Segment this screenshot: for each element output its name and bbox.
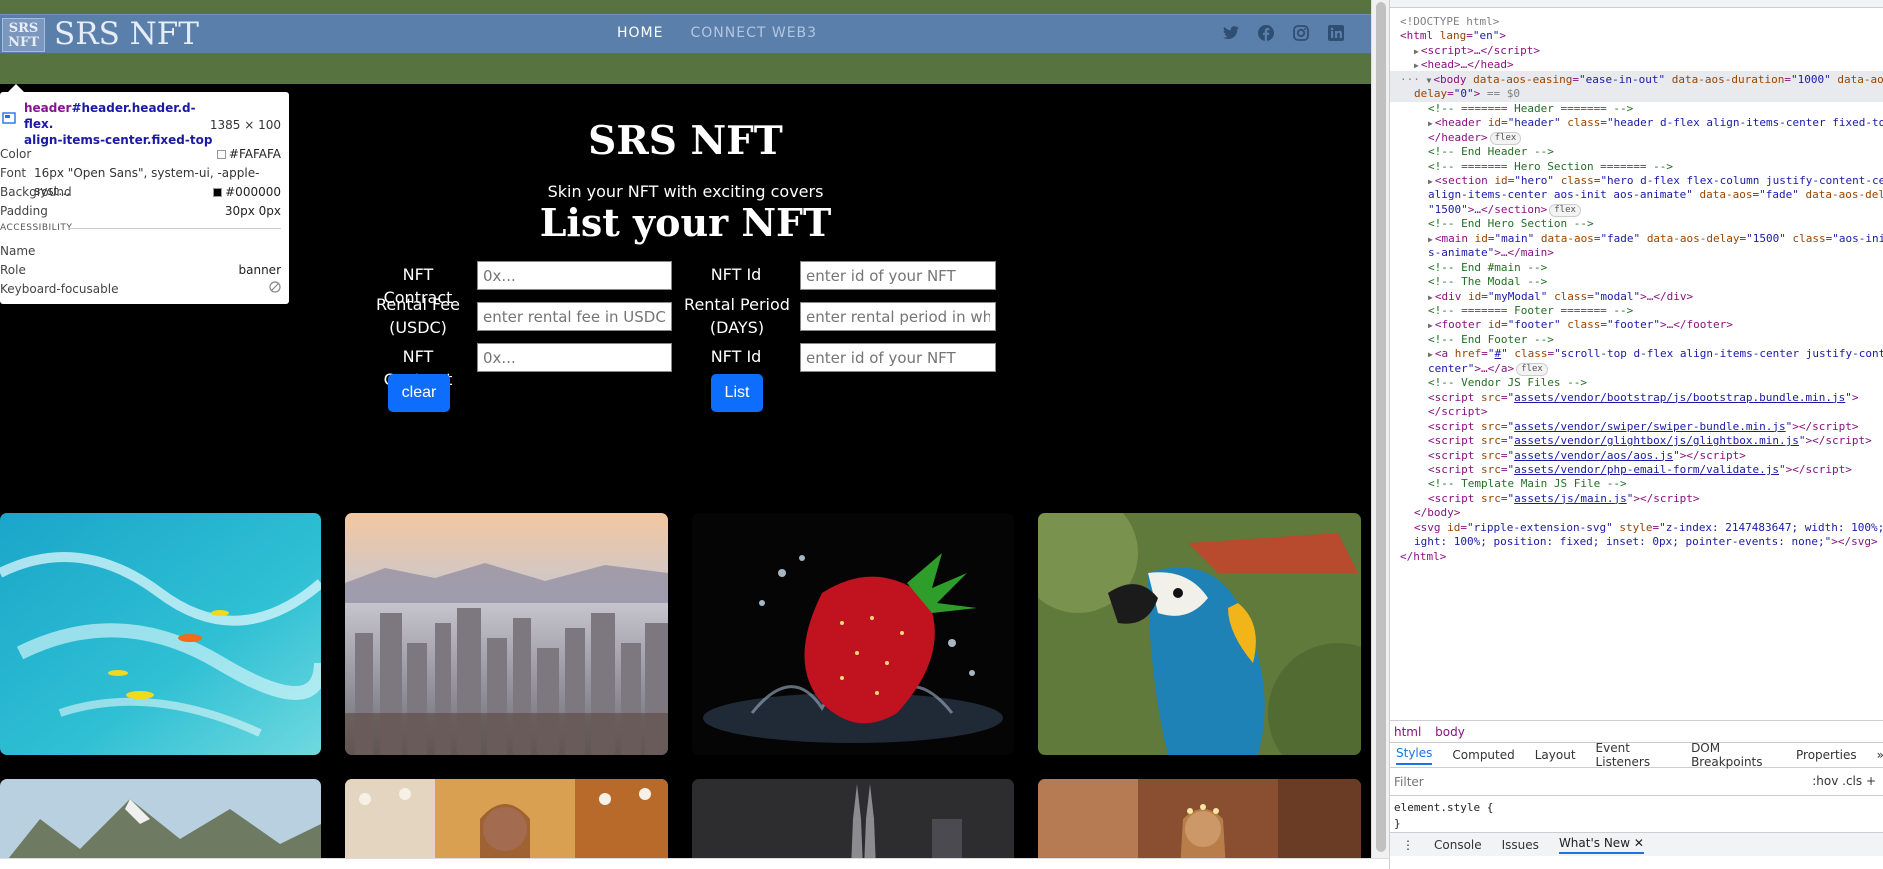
scrollbar-thumb[interactable] bbox=[1376, 2, 1386, 852]
gallery-item-fashion-model[interactable] bbox=[345, 779, 668, 858]
drawer-tab-console[interactable]: Console bbox=[1434, 838, 1482, 852]
dom-tree-line[interactable]: </html> bbox=[1390, 548, 1883, 565]
devtools-drawer-tabs: ⋮ Console Issues What's New ✕ bbox=[1390, 832, 1883, 856]
whats-new-label: What's New bbox=[1558, 835, 1631, 850]
tooltip-header: header#header.header.d-flex. align-items-… bbox=[0, 100, 289, 147]
breadcrumb-html[interactable]: html bbox=[1394, 725, 1421, 739]
not-focusable-icon bbox=[269, 280, 281, 298]
tab-dom-breakpoints[interactable]: DOM Breakpoints bbox=[1691, 741, 1776, 769]
gallery-item-surfers[interactable] bbox=[0, 513, 321, 755]
nav-home[interactable]: HOME bbox=[617, 25, 663, 41]
linkedin-icon[interactable] bbox=[1327, 24, 1345, 42]
breadcrumb-body[interactable]: body bbox=[1435, 725, 1465, 739]
tab-properties[interactable]: Properties bbox=[1796, 748, 1857, 762]
clear-button[interactable]: clear bbox=[388, 374, 450, 412]
tooltip-row-font: Font 16px "Open Sans", system-ui, -apple-… bbox=[0, 166, 260, 198]
styles-tab-bar: Styles Computed Layout Event Listeners D… bbox=[1390, 741, 1883, 769]
tooltip-row-padding: Padding 30px 0px bbox=[0, 204, 281, 218]
site-header: SRS NFT SRS NFT HOME CONNECT WEB3 bbox=[0, 14, 1371, 54]
tab-layout[interactable]: Layout bbox=[1535, 748, 1576, 762]
tooltip-row-background: Background #000000 bbox=[0, 185, 281, 199]
filter-tools[interactable]: :hov .cls + bbox=[1812, 774, 1876, 788]
gallery-item-mountains[interactable] bbox=[0, 779, 321, 858]
style-rule-open: element.style { bbox=[1394, 801, 1494, 814]
nft-id-label-2: NFT Id bbox=[710, 347, 762, 366]
dom-breadcrumb: html body bbox=[1390, 720, 1883, 742]
element-style-rule[interactable]: element.style { } bbox=[1394, 800, 1493, 832]
nft-id-input[interactable] bbox=[800, 261, 996, 290]
nft-id-input-2[interactable] bbox=[800, 343, 996, 372]
styles-filter-bar: :hov .cls + bbox=[1390, 768, 1883, 796]
list-button[interactable]: List bbox=[711, 374, 763, 412]
nft-id-label: NFT Id bbox=[710, 265, 762, 284]
styles-filter-input[interactable] bbox=[1394, 774, 1694, 789]
page-viewport: SRS NFT SRS NFT HOME CONNECT WEB3 SRS NF… bbox=[0, 0, 1371, 858]
style-rule-close: } bbox=[1394, 817, 1401, 830]
tooltip-selector: header#header.header.d-flex. align-items-… bbox=[24, 100, 214, 148]
selector-tag: header bbox=[24, 101, 72, 115]
social-links bbox=[1222, 24, 1345, 42]
tab-event-listeners[interactable]: Event Listeners bbox=[1596, 741, 1672, 769]
drawer-tab-issues[interactable]: Issues bbox=[1502, 838, 1539, 852]
main-nav: HOME CONNECT WEB3 bbox=[617, 25, 817, 41]
tooltip-row-role: Role banner bbox=[0, 263, 281, 277]
tab-computed[interactable]: Computed bbox=[1452, 748, 1514, 762]
tooltip-row-keyboard-focusable: Keyboard-focusable bbox=[0, 280, 281, 298]
gallery-item-strawberry-splash[interactable] bbox=[692, 513, 1014, 755]
twitter-icon[interactable] bbox=[1222, 24, 1240, 42]
inspector-tooltip: header#header.header.d-flex. align-items-… bbox=[0, 84, 289, 304]
element-icon bbox=[2, 112, 16, 124]
nft-contract-input[interactable] bbox=[477, 261, 672, 290]
devtools-panel: <!DOCTYPE html> <html lang="en"> ▶ <script>… bbox=[1389, 0, 1883, 869]
gallery-item-woman-forest[interactable] bbox=[1038, 779, 1361, 858]
tooltip-row-name: Name bbox=[0, 244, 36, 258]
logo-mark[interactable]: SRS NFT bbox=[2, 18, 45, 52]
gallery-item-twin-towers[interactable] bbox=[692, 779, 1014, 858]
drawer-tab-whats-new[interactable]: What's New ✕ bbox=[1558, 835, 1644, 854]
page-bottom-edge bbox=[0, 858, 1389, 869]
nav-connect-web3[interactable]: CONNECT WEB3 bbox=[690, 25, 817, 41]
devtools-toolbar bbox=[1390, 0, 1883, 8]
nft-contract-input-2[interactable] bbox=[477, 343, 672, 372]
facebook-icon[interactable] bbox=[1257, 24, 1275, 42]
tooltip-divider bbox=[68, 228, 281, 229]
rental-period-label: Rental Period (DAYS) bbox=[684, 295, 790, 337]
rental-fee-input[interactable] bbox=[477, 302, 672, 331]
tooltip-size: 1385 × 100 bbox=[209, 118, 281, 132]
rental-period-input[interactable] bbox=[800, 302, 996, 331]
instagram-icon[interactable] bbox=[1292, 24, 1310, 42]
site-name[interactable]: SRS NFT bbox=[54, 16, 199, 52]
tooltip-row-color: Color #FAFAFA bbox=[0, 147, 281, 161]
gallery-item-macaw-parrot[interactable] bbox=[1038, 513, 1361, 755]
page-scrollbar[interactable] bbox=[1371, 0, 1389, 858]
tab-styles[interactable]: Styles bbox=[1396, 746, 1433, 765]
close-icon[interactable]: ✕ bbox=[1634, 836, 1644, 850]
background-swatch bbox=[213, 188, 223, 197]
more-tabs-button[interactable]: » bbox=[1877, 748, 1883, 762]
accessibility-heading: ACCESSIBILITY bbox=[0, 223, 73, 233]
drawer-menu-icon[interactable]: ⋮ bbox=[1402, 838, 1414, 852]
gallery-item-city-skyline[interactable] bbox=[345, 513, 668, 755]
rental-fee-label: Rental Fee (USDC) bbox=[375, 295, 460, 337]
color-swatch bbox=[216, 150, 226, 159]
